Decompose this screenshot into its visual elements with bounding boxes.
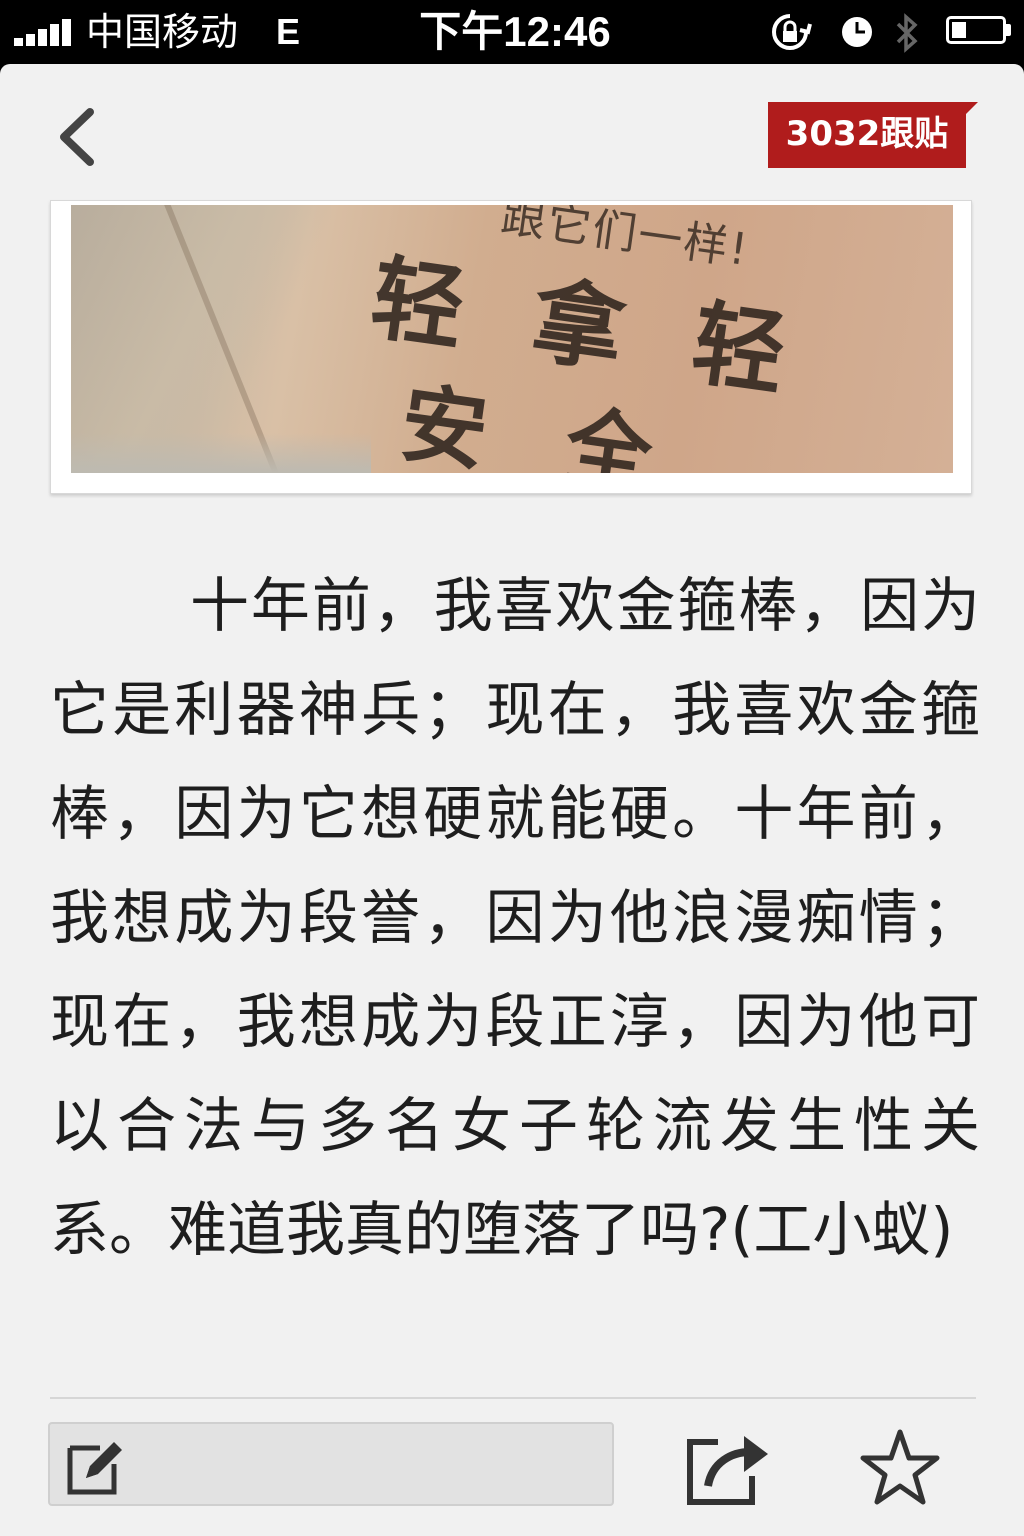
article-body: 十年前，我喜欢金箍棒，因为它是利器神兵；现在，我喜欢金箍棒，因为它想硬就能硬。十… xyxy=(50,571,980,1264)
comment-input[interactable] xyxy=(48,1422,614,1506)
article-image-card: 跟它们一样! 轻拿轻 安全 xyxy=(50,200,972,494)
share-button[interactable] xyxy=(684,1428,776,1508)
carrier-name: 中国移动 xyxy=(86,10,239,54)
edit-icon xyxy=(67,1442,122,1495)
rotation-lock-icon xyxy=(772,14,812,50)
star-icon xyxy=(860,1429,940,1505)
chevron-left-icon xyxy=(60,108,94,166)
battery-tip xyxy=(1006,24,1011,36)
share-icon xyxy=(687,1436,768,1505)
back-button[interactable] xyxy=(50,102,110,172)
battery-icon xyxy=(946,16,1006,44)
comment-count-button[interactable]: 3032跟贴 xyxy=(768,102,978,168)
bluetooth-icon xyxy=(896,13,918,53)
signal-strength-icon xyxy=(14,18,74,46)
status-bar: 中国移动 E 下午12:46 xyxy=(0,0,1024,64)
network-type: E xyxy=(276,11,301,52)
toolbar-divider xyxy=(50,1397,976,1399)
alarm-clock-icon xyxy=(842,17,872,47)
article-photo[interactable]: 跟它们一样! 轻拿轻 安全 xyxy=(71,205,953,473)
clock: 下午12:46 xyxy=(419,8,611,55)
favorite-button[interactable] xyxy=(858,1426,942,1510)
article-screen: 3032跟贴 跟它们一样! 轻拿轻 安全 十年前，我喜欢金箍棒，因为它是利器神兵… xyxy=(0,64,1024,1536)
